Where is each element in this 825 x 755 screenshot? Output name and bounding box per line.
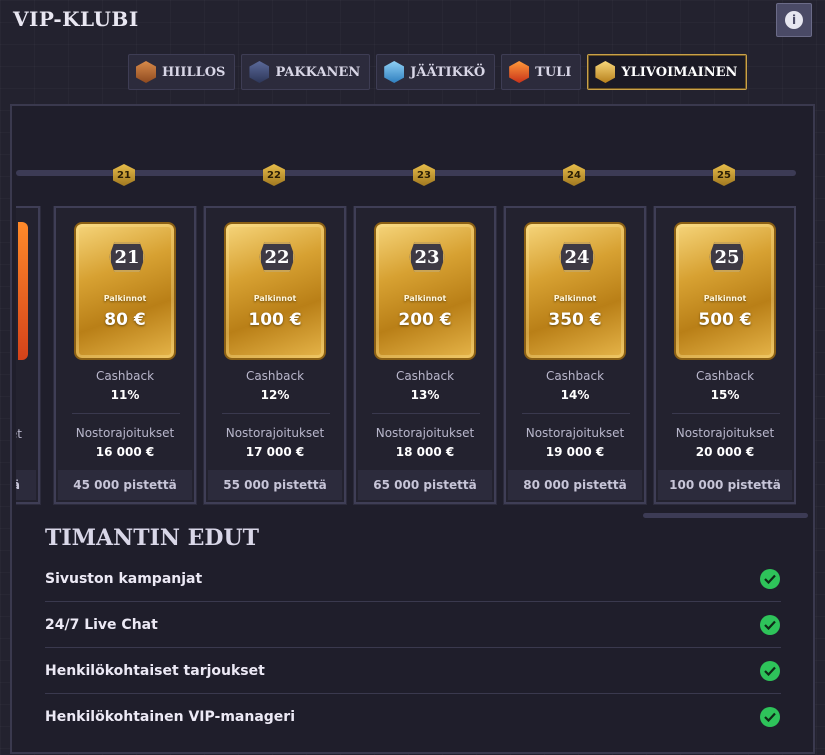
reward-label: Palkinnot: [703, 294, 747, 303]
limit-label: et: [16, 427, 22, 441]
reward-label: Palkinnot: [553, 294, 597, 303]
check-icon: [760, 568, 780, 589]
info-button[interactable]: i: [776, 3, 812, 37]
divider: [672, 413, 780, 414]
points-required: 100 000 pistettä: [658, 470, 792, 500]
cashback-value: 15%: [710, 388, 740, 402]
divider: [72, 413, 180, 414]
reward-value: 80 €: [104, 310, 146, 330]
pakkanen-hex-icon: [249, 61, 270, 83]
tab-label: PAKKANEN: [275, 64, 361, 80]
points-required: 65 000 pistettä: [358, 470, 492, 500]
level-badge: 22: [259, 242, 295, 272]
points-required: ä: [16, 470, 36, 500]
chest-image: 25 Palkinnot 500 €: [674, 222, 776, 360]
points-required: 55 000 pistettä: [208, 470, 342, 500]
limit-value: 18 000 €: [395, 445, 455, 459]
reward-value: 100 €: [248, 310, 302, 330]
limit-value: 19 000 €: [545, 445, 605, 459]
tab-label: TULI: [535, 64, 572, 80]
points-required: 45 000 pistettä: [58, 470, 192, 500]
benefits-title: TIMANTIN EDUT: [45, 525, 260, 551]
tab-label: JÄÄTIKKÖ: [410, 64, 486, 80]
limit-label: Nostorajoitukset: [675, 426, 775, 440]
level-card[interactable]: 24 Palkinnot 350 € Cashback 14% Nostoraj…: [503, 206, 647, 505]
tuli-hex-icon: [509, 61, 530, 83]
reward-label: Palkinnot: [403, 294, 447, 303]
cashback-label: Cashback: [695, 369, 755, 383]
benefit-label: Henkilökohtaiset tarjoukset: [45, 662, 265, 679]
level-card[interactable]: 25 Palkinnot 500 € Cashback 15% Nostoraj…: [653, 206, 796, 505]
chest-image: [18, 222, 28, 360]
check-icon: [760, 614, 780, 635]
level-card[interactable]: 22 Palkinnot 100 € Cashback 12% Nostoraj…: [203, 206, 347, 505]
tab-pakkanen[interactable]: PAKKANEN: [241, 54, 371, 90]
tab-jaatikko[interactable]: JÄÄTIKKÖ: [376, 54, 496, 90]
check-icon: [760, 707, 780, 727]
hiillos-hex-icon: [136, 61, 156, 83]
limit-value: 20 000 €: [695, 445, 755, 459]
reward-value: 350 €: [548, 310, 602, 330]
benefit-label: Sivuston kampanjat: [45, 570, 203, 587]
cashback-value: 12%: [260, 388, 290, 402]
divider: [372, 413, 480, 414]
chest-image: 22 Palkinnot 100 €: [224, 222, 326, 360]
limit-value: 17 000 €: [245, 445, 305, 459]
chest-image: 23 Palkinnot 200 €: [374, 222, 476, 360]
limit-label: Nostorajoitukset: [375, 426, 475, 440]
cashback-value: 13%: [410, 388, 440, 402]
tab-tuli[interactable]: TULI: [501, 54, 582, 90]
benefit-row: Henkilökohtaiset tarjoukset: [45, 648, 781, 694]
info-icon: i: [785, 11, 803, 29]
jaatikko-hex-icon: [384, 61, 405, 83]
level-badge: 24: [559, 242, 595, 272]
level-cards-carousel[interactable]: et ä 21 Palkinnot 80 € Cashback 11% Nost…: [16, 206, 796, 506]
level-card-partial: et ä: [16, 206, 41, 505]
page-title: VIP-KLUBI: [13, 7, 139, 31]
limit-label: Nostorajoitukset: [225, 426, 325, 440]
cashback-label: Cashback: [545, 369, 605, 383]
chest-image: 21 Palkinnot 80 €: [74, 222, 176, 360]
benefit-row: 24/7 Live Chat: [45, 602, 781, 648]
cashback-label: Cashback: [395, 369, 455, 383]
tab-label: YLIVOIMAINEN: [621, 64, 738, 80]
level-badge: 23: [409, 242, 445, 272]
level-badge: 21: [109, 242, 145, 272]
benefit-label: Henkilökohtainen VIP-manageri: [45, 709, 296, 725]
benefit-row: Henkilökohtainen VIP-manageri: [45, 694, 781, 740]
reward-label: Palkinnot: [253, 294, 297, 303]
tab-hiillos[interactable]: HIILLOS: [128, 54, 236, 90]
cashback-label: Cashback: [245, 369, 305, 383]
tab-ylivoimainen[interactable]: YLIVOIMAINEN: [587, 54, 748, 90]
reward-value: 500 €: [698, 310, 752, 330]
cashback-label: Cashback: [95, 369, 155, 383]
carousel-scrollbar[interactable]: [643, 513, 808, 518]
level-badge: 25: [709, 242, 745, 272]
limit-label: Nostorajoitukset: [75, 426, 175, 440]
divider: [222, 413, 330, 414]
reward-label: Palkinnot: [103, 294, 147, 303]
chest-image: 24 Palkinnot 350 €: [524, 222, 626, 360]
level-card[interactable]: 21 Palkinnot 80 € Cashback 11% Nostorajo…: [53, 206, 197, 505]
reward-value: 200 €: [398, 310, 452, 330]
benefit-label: 24/7 Live Chat: [45, 616, 158, 633]
points-required: 80 000 pistettä: [508, 470, 642, 500]
tab-label: HIILLOS: [162, 64, 226, 80]
tier-tabs: HIILLOS PAKKANEN JÄÄTIKKÖ TULI YLIVOIMAI…: [128, 54, 748, 90]
benefit-row: Sivuston kampanjat: [45, 556, 781, 602]
limit-value: 16 000 €: [95, 445, 155, 459]
cashback-value: 14%: [560, 388, 590, 402]
level-card[interactable]: 23 Palkinnot 200 € Cashback 13% Nostoraj…: [353, 206, 497, 505]
check-icon: [760, 660, 780, 681]
ylivoimainen-hex-icon: [595, 61, 616, 83]
limit-label: Nostorajoitukset: [525, 426, 625, 440]
divider: [522, 413, 630, 414]
cashback-value: 11%: [110, 388, 140, 402]
